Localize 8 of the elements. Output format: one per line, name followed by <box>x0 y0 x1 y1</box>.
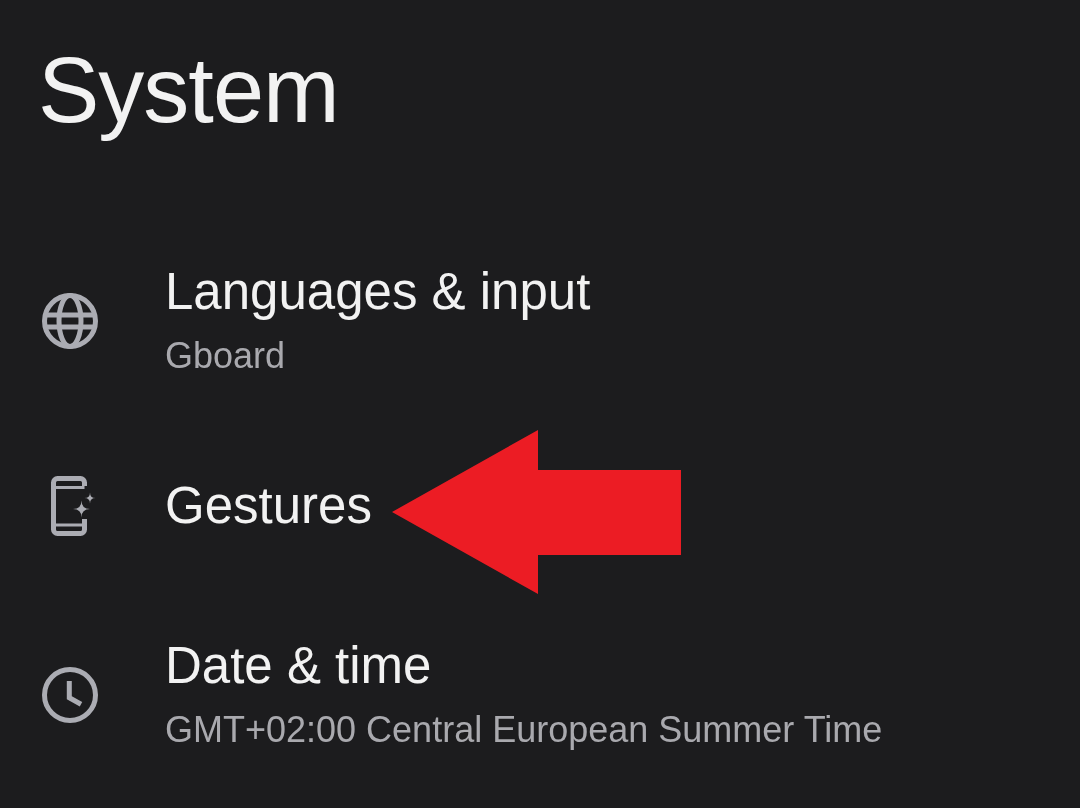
globe-icon <box>42 293 98 349</box>
setting-title[interactable]: Gestures <box>165 476 372 536</box>
setting-summary: Gboard <box>165 334 286 378</box>
setting-title[interactable]: Date & time <box>165 636 432 696</box>
setting-title[interactable]: Languages & input <box>165 262 591 322</box>
setting-summary: GMT+02:00 Central European Summer Time <box>165 708 883 752</box>
page-title: System <box>38 40 339 140</box>
clock-icon <box>42 667 98 723</box>
